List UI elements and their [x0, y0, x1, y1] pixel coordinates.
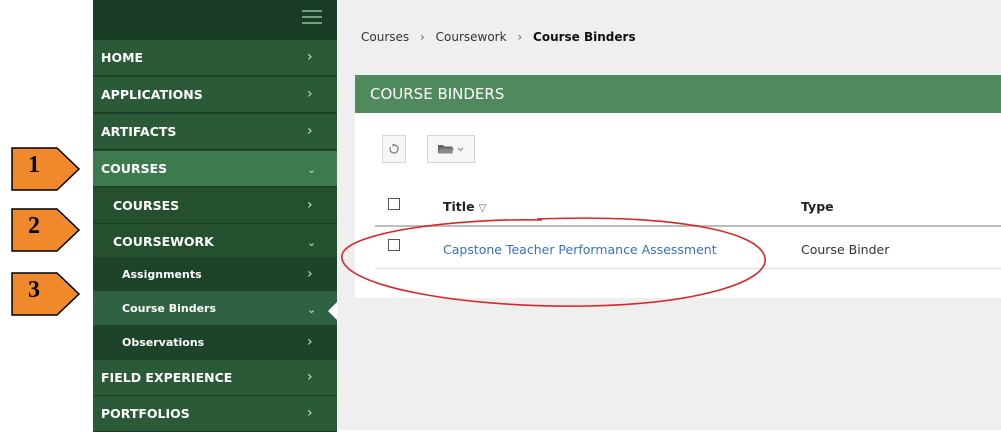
sidebar-item-artifacts[interactable]: ARTIFACTS › — [93, 114, 337, 150]
selection-caret-icon — [328, 302, 337, 320]
chevron-right-icon: › — [307, 197, 313, 213]
sidebar-item-label: HOME — [101, 50, 144, 65]
annotation-circle — [341, 217, 766, 307]
sidebar-item-label: APPLICATIONS — [101, 87, 203, 102]
sidebar-header — [93, 0, 337, 40]
column-header-label: Type — [801, 199, 834, 214]
chevron-right-icon: › — [307, 86, 313, 102]
binder-type-cell: Course Binder — [801, 242, 890, 257]
chevron-right-icon: › — [307, 49, 313, 65]
chevron-right-icon: › — [307, 123, 313, 139]
breadcrumb-link-coursework[interactable]: Coursework — [436, 30, 507, 44]
sidebar-subitem-courses[interactable]: COURSES › — [93, 188, 337, 224]
hamburger-menu-icon[interactable] — [302, 10, 322, 24]
sidebar-item-label: ARTIFACTS — [101, 124, 177, 139]
sidebar-item-label: COURSES — [101, 161, 168, 176]
chevron-down-icon: ⌄ — [307, 303, 317, 316]
panel-header: COURSE BINDERS — [355, 75, 1001, 113]
select-all-checkbox[interactable] — [388, 198, 400, 210]
refresh-icon — [389, 143, 399, 154]
chevron-right-icon: › — [307, 369, 313, 385]
step-marker-3: 3 — [11, 271, 81, 317]
folder-icon — [438, 145, 464, 154]
step-number: 3 — [28, 277, 40, 303]
sidebar-item-label: COURSEWORK — [113, 234, 214, 249]
page-title: COURSE BINDERS — [370, 85, 505, 103]
chevron-right-icon: › — [307, 266, 313, 282]
sidebar-subitem-coursework[interactable]: COURSEWORK ⌄ — [93, 224, 337, 260]
sidebar-item-courses[interactable]: COURSES ⌄ — [93, 151, 337, 187]
sidebar-item-portfolios[interactable]: PORTFOLIOS › — [93, 396, 337, 432]
sidebar-item-label: Course Binders — [122, 302, 217, 315]
chevron-right-icon: › — [307, 405, 313, 421]
column-header-type[interactable]: Type — [801, 199, 834, 214]
step-number: 1 — [28, 152, 40, 178]
sidebar-item-home[interactable]: HOME › — [93, 40, 337, 76]
sidebar-subitem-assignments[interactable]: Assignments › — [93, 257, 337, 293]
sidebar-nav: HOME › APPLICATIONS › ARTIFACTS › COURSE… — [93, 0, 337, 432]
sidebar-item-field-experience[interactable]: FIELD EXPERIENCE › — [93, 360, 337, 396]
sidebar-subitem-course-binders[interactable]: Course Binders ⌄ — [93, 291, 337, 327]
chevron-right-icon: › — [307, 334, 313, 350]
step-marker-1: 1 — [11, 146, 81, 192]
refresh-button[interactable] — [382, 135, 406, 163]
sidebar-item-label: COURSES — [113, 198, 180, 213]
sidebar-subitem-observations[interactable]: Observations › — [93, 325, 337, 361]
sidebar-item-label: Assignments — [122, 268, 202, 281]
breadcrumb: Courses › Coursework › Course Binders — [361, 30, 636, 44]
step-number: 2 — [28, 213, 40, 239]
sidebar-item-applications[interactable]: APPLICATIONS › — [93, 77, 337, 113]
breadcrumb-separator-icon: › — [517, 30, 523, 44]
breadcrumb-link-courses[interactable]: Courses — [361, 30, 409, 44]
step-marker-2: 2 — [11, 207, 81, 253]
sidebar-item-label: FIELD EXPERIENCE — [101, 370, 233, 385]
chevron-down-icon: ⌄ — [307, 236, 317, 249]
sidebar-item-label: PORTFOLIOS — [101, 406, 190, 421]
folder-menu-button[interactable] — [427, 135, 475, 163]
breadcrumb-current: Course Binders — [533, 30, 636, 44]
sidebar-item-label: Observations — [122, 336, 205, 349]
breadcrumb-separator-icon: › — [419, 30, 425, 44]
chevron-down-icon: ⌄ — [307, 163, 317, 176]
